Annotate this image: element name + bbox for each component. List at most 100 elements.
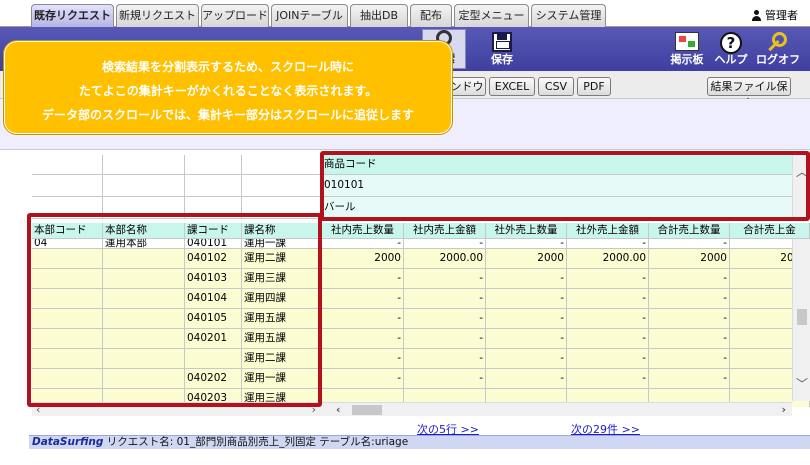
cell-sec-name: 運用二課 [242,349,322,369]
cell-sec-name: 運用三課 [242,269,322,289]
cell-value: - [649,289,730,309]
cell-value: - [486,289,567,309]
csv-button[interactable]: CSV [538,77,574,96]
cell-sec-code: 040101 [185,239,242,249]
bulletin-board-button[interactable]: 掲示板 [665,29,709,69]
tab-join-table[interactable]: JOINテーブル [271,4,348,27]
pivot-product-code: 010101 [322,175,810,197]
scroll-right-icon[interactable]: › [781,403,786,416]
pivot-product-name: バール [322,197,810,219]
cell-hq-code [32,309,103,329]
chevron-up-icon[interactable]: ︿ [796,163,808,180]
tab-new-request[interactable]: 新規リクエスト [116,4,199,27]
cell-value: - [486,239,567,249]
cell-value: 2000 [322,249,404,269]
pdf-button[interactable]: PDF [577,77,611,96]
cell-value: - [322,289,404,309]
col-hq-name: 本部名称 [103,223,185,239]
cell-hq-code [32,369,103,389]
col-hq-code: 本部コード [32,223,103,239]
user-indicator: 管理者 [751,7,798,23]
tab-distribution[interactable]: 配布 [410,4,452,27]
cell-value: - [404,309,486,329]
tab-template-menu[interactable]: 定型メニュー [454,4,529,27]
col-total-amount: 合計売上金 [730,223,810,239]
cell-value: - [404,289,486,309]
save-button-label: 保存 [491,53,513,66]
left-horizontal-scrollbar[interactable]: ‹ › [32,402,322,416]
cell-hq-code [32,249,103,269]
cell-hq-name [103,249,185,269]
tab-extract-db[interactable]: 抽出DB [350,4,408,27]
cell-value: - [322,329,404,349]
floppy-disk-icon [492,32,512,52]
cell-value: - [486,309,567,329]
cell-sec-code: 040202 [185,369,242,389]
col-total-qty: 合計売上数量 [649,223,730,239]
table-row: 040105 運用五課 - - - - - [32,309,810,329]
table-row: 040102運用二課20002000.0020002000.0020002000 [32,249,810,269]
cell-sec-code: 040102 [185,249,242,269]
tab-bar: 既存リクエスト 新規リクエスト アップロード JOINテーブル 抽出DB 配布 … [0,0,810,27]
help-button[interactable]: ? ヘルプ [711,29,751,69]
explanation-callout: 検索結果を分割表示するため、スクロール時に たてよこの集計キーがかくれることなく… [3,40,453,135]
cell-value: - [322,309,404,329]
cell-hq-code: 04 [32,239,103,249]
top-vertical-scrollbar[interactable]: ︿ [792,155,810,219]
excel-button[interactable]: EXCEL [489,77,535,96]
horizontal-scroll-thumb[interactable] [352,405,382,415]
save-button[interactable]: 保存 [480,29,524,69]
cell-value: - [567,329,649,349]
pivot-name-row: バール [32,197,810,219]
col-section-code: 課コード [185,223,242,239]
help-button-label: ヘルプ [714,53,748,66]
tab-upload[interactable]: アップロード [201,4,269,27]
column-header-row: 本部コード 本部名称 課コード 課名称 社内売上数量 社内売上金額 社外売上数量… [32,223,810,239]
table-row: 040202 運用一課 - - - - - [32,369,810,389]
pivot-header-row: 商品コード [32,155,810,175]
table-row: 040104 運用四課 - - - - - [32,289,810,309]
cell-value: - [649,269,730,289]
tab-system-admin[interactable]: システム管理 [531,4,606,27]
cell-sec-code: 040104 [185,289,242,309]
col-external-qty: 社外売上数量 [486,223,567,239]
right-horizontal-scrollbar[interactable]: ‹ › [322,402,792,416]
cell-sec-name: 運用一課 [242,239,322,249]
scroll-left-icon[interactable]: ‹ [36,403,40,416]
cell-value: - [567,349,649,369]
chevron-down-icon[interactable]: ﹀ [796,375,808,392]
cell-value: - [404,239,486,249]
cell-value: - [649,329,730,349]
cell-value: - [567,289,649,309]
col-internal-qty: 社内売上数量 [322,223,404,239]
table-row: 040103 運用三課 - - - - - [32,269,810,289]
data-vertical-scrollbar[interactable]: ﹀ [792,239,810,401]
cell-hq-code [32,269,103,289]
scroll-left-icon[interactable]: ‹ [336,403,341,416]
pivot-header-label: 商品コード [322,155,810,175]
callout-line-3: データ部のスクロールでは、集計キー部分はスクロールに追従します [41,108,414,122]
logout-button[interactable]: ログオフ [753,29,803,69]
col-section-name: 課名称 [242,223,322,239]
cell-sec-name: 運用五課 [242,329,322,349]
brand-label: DataSurfing [32,436,104,448]
cell-value: - [567,269,649,289]
scroll-right-icon[interactable]: › [312,403,316,416]
tab-existing-request[interactable]: 既存リクエスト [31,4,114,27]
cell-value: - [404,329,486,349]
cell-hq-name [103,349,185,369]
vertical-scroll-thumb[interactable] [797,309,807,325]
cell-hq-name [103,309,185,329]
pivot-code-row: 010101 [32,175,810,197]
window-button[interactable]: ンドウ [448,77,486,96]
cell-value: 2000 [649,249,730,269]
cell-sec-code: 040103 [185,269,242,289]
cell-value: 2000.00 [567,249,649,269]
save-result-file-button[interactable]: 結果ファイル保存 [707,77,791,110]
col-external-amount: 社外売上金額 [567,223,649,239]
cell-value: - [322,269,404,289]
cell-hq-code [32,329,103,349]
cell-value: - [649,309,730,329]
cell-value: - [567,309,649,329]
cell-value: - [322,369,404,389]
